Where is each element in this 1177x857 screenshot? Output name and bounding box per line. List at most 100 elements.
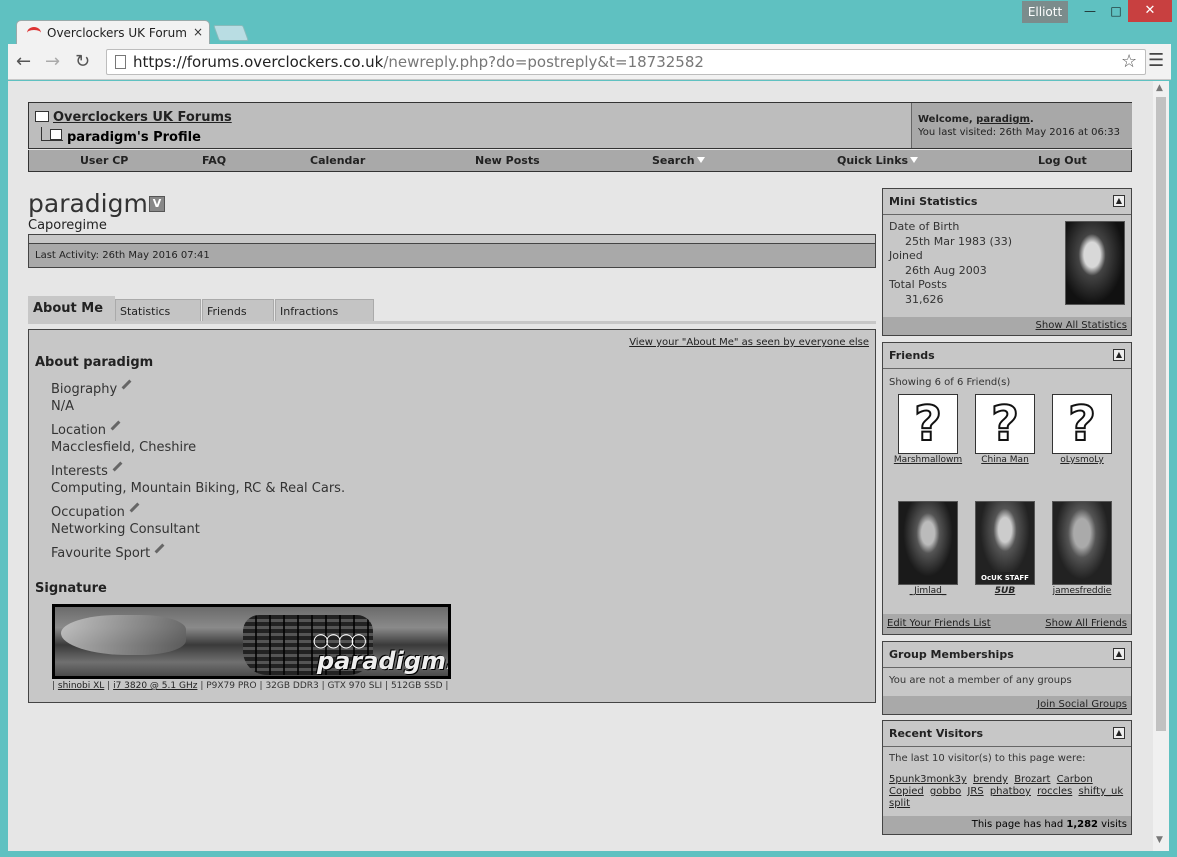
groups-text: You are not a member of any groups <box>889 675 1072 686</box>
visitor-link[interactable]: gobbo <box>930 786 961 797</box>
edit-pencil-icon[interactable] <box>154 543 165 554</box>
edit-pencil-icon[interactable] <box>129 502 140 513</box>
about-heading: About paradigm <box>35 355 154 370</box>
edit-pencil-icon[interactable] <box>121 379 132 390</box>
friend-avatar: OcUK STAFF <box>975 501 1035 585</box>
tab-close-icon[interactable]: × <box>193 25 203 39</box>
menu-icon[interactable]: ☰ <box>1148 50 1164 71</box>
visitor-link[interactable]: Carbon <box>1057 774 1093 785</box>
friends-box: Friends ▲ Showing 6 of 6 Friend(s) ? Mar… <box>882 342 1132 635</box>
visitor-list: 5punk3monk3y brendy Brozart Carbon Copie… <box>889 774 1129 810</box>
friend-item[interactable]: jamesfreddie <box>1044 501 1120 596</box>
tab-underline <box>28 321 876 324</box>
breadcrumb-forum: Overclockers UK Forums <box>35 110 232 125</box>
friend-avatar <box>1052 501 1112 585</box>
scroll-down-icon[interactable]: ▼ <box>1156 835 1163 845</box>
visitor-link[interactable]: 5punk3monk3y <box>889 774 967 785</box>
visitor-link[interactable]: split <box>889 798 910 809</box>
maximize-button[interactable]: □ <box>1102 0 1130 22</box>
nav-user-cp[interactable]: User CP <box>80 154 128 167</box>
question-mark-avatar-icon: ? <box>975 394 1035 454</box>
edit-friends-link[interactable]: Edit Your Friends List <box>887 618 991 629</box>
new-tab-button[interactable] <box>213 25 249 41</box>
group-memberships-box: Group Memberships ▲ You are not a member… <box>882 641 1132 715</box>
view-about-me-link[interactable]: View your "About Me" as seen by everyone… <box>629 337 869 348</box>
tab-infractions[interactable]: Infractions <box>275 299 374 323</box>
field-interests: Interests Computing, Mountain Biking, RC… <box>51 461 345 496</box>
friends-count: Showing 6 of 6 Friend(s) <box>889 377 1011 388</box>
browser-tab[interactable]: Overclockers UK Forums - × <box>16 20 210 45</box>
show-all-friends-link[interactable]: Show All Friends <box>1045 618 1127 629</box>
friend-item[interactable]: ? China Man <box>967 394 1043 465</box>
field-location: Location Macclesfield, Cheshire <box>51 420 196 455</box>
profile-username: paradigm <box>28 189 148 218</box>
signature-banner-image: ◯◯◯◯ paradigm. <box>52 604 451 679</box>
collapse-icon[interactable]: ▲ <box>1113 727 1125 739</box>
folder-open-icon <box>41 127 63 141</box>
tab-statistics[interactable]: Statistics <box>115 299 201 323</box>
last-activity: Last Activity: 26th May 2016 07:41 <box>28 243 876 268</box>
page-icon <box>115 55 126 69</box>
window-titlebar: Elliott — □ ✕ Overclockers UK Forums - × <box>0 0 1177 45</box>
friend-avatar <box>898 501 958 585</box>
url-text[interactable]: https://forums.overclockers.co.uk/newrep… <box>133 53 704 71</box>
favicon-icon <box>27 27 41 39</box>
spec-link-cpu[interactable]: i7 3820 @ 5.1 GHz <box>113 681 197 691</box>
spec-link-case[interactable]: shinobi XL <box>58 681 104 691</box>
signature-logo-text: paradigm. <box>317 647 451 675</box>
visitor-link[interactable]: roccles <box>1037 786 1072 797</box>
nav-faq[interactable]: FAQ <box>202 154 226 167</box>
bookmark-star-icon[interactable]: ☆ <box>1121 51 1137 72</box>
collapse-icon[interactable]: ▲ <box>1113 195 1125 207</box>
show-all-statistics-link[interactable]: Show All Statistics <box>1036 320 1127 331</box>
field-favourite-sport: Favourite Sport <box>51 543 165 563</box>
friend-item[interactable]: ? oLysmoLy <box>1044 394 1120 465</box>
question-mark-avatar-icon: ? <box>1052 394 1112 454</box>
browser-toolbar: ← → ↻ https://forums.overclockers.co.uk/… <box>8 44 1171 80</box>
forum-home-link[interactable]: Overclockers UK Forums <box>53 110 232 125</box>
recent-visitors-box: Recent Visitors ▲ The last 10 visitor(s)… <box>882 720 1132 835</box>
friend-item[interactable]: ? Marshmallowm <box>890 394 966 465</box>
join-social-groups-link[interactable]: Join Social Groups <box>1037 699 1127 710</box>
forward-arrow-icon[interactable]: → <box>45 51 60 72</box>
edit-pencil-icon[interactable] <box>110 420 121 431</box>
profile-user-button[interactable]: Elliott <box>1022 1 1068 23</box>
nav-quick-links[interactable]: Quick Links <box>837 154 919 167</box>
visitors-intro: The last 10 visitor(s) to this page were… <box>889 753 1086 764</box>
visitor-link[interactable]: JRS <box>967 786 983 797</box>
last-visited: You last visited: 26th May 2016 at 06:33 <box>918 127 1120 138</box>
visitor-link[interactable]: Copied <box>889 786 924 797</box>
close-window-button[interactable]: ✕ <box>1128 0 1172 22</box>
about-me-panel: View your "About Me" as seen by everyone… <box>28 329 876 703</box>
friend-item[interactable]: _Jimlad_ <box>890 501 966 596</box>
tab-title: Overclockers UK Forums - <box>47 26 187 40</box>
collapse-icon[interactable]: ▲ <box>1113 648 1125 660</box>
back-arrow-icon[interactable]: ← <box>16 51 31 72</box>
minimize-button[interactable]: — <box>1076 0 1104 22</box>
vertical-scrollbar[interactable]: ▲ ▼ <box>1153 81 1169 851</box>
address-bar[interactable]: https://forums.overclockers.co.uk/newrep… <box>106 49 1146 75</box>
collapse-icon[interactable]: ▲ <box>1113 349 1125 361</box>
friend-item[interactable]: OcUK STAFF 5UB <box>967 501 1043 596</box>
welcome-panel: Welcome, paradigm. You last visited: 26t… <box>911 103 1132 148</box>
tab-friends[interactable]: Friends <box>202 299 274 323</box>
field-occupation: Occupation Networking Consultant <box>51 502 200 537</box>
scroll-up-icon[interactable]: ▲ <box>1156 83 1163 93</box>
tab-about-me[interactable]: About Me <box>28 296 115 323</box>
recent-visitors-header: Recent Visitors ▲ <box>883 721 1131 747</box>
mini-statistics-box: Mini Statistics ▲ Date of Birth 25th Mar… <box>882 188 1132 336</box>
visitor-link[interactable]: brendy <box>973 774 1008 785</box>
user-title: Caporegime <box>28 218 107 233</box>
scroll-thumb[interactable] <box>1156 97 1166 731</box>
nav-new-posts[interactable]: New Posts <box>475 154 540 167</box>
visitor-link[interactable]: Brozart <box>1014 774 1050 785</box>
nav-log-out[interactable]: Log Out <box>1038 154 1087 167</box>
welcome-user-link[interactable]: paradigm <box>976 114 1030 125</box>
nav-search[interactable]: Search <box>652 154 705 167</box>
visitor-link[interactable]: shifty_uk <box>1078 786 1123 797</box>
visitor-link[interactable]: phatboy <box>990 786 1031 797</box>
forum-header: Overclockers UK Forums paradigm's Profil… <box>28 102 1132 149</box>
nav-calendar[interactable]: Calendar <box>310 154 365 167</box>
reload-icon[interactable]: ↻ <box>75 51 90 72</box>
edit-pencil-icon[interactable] <box>112 461 123 472</box>
